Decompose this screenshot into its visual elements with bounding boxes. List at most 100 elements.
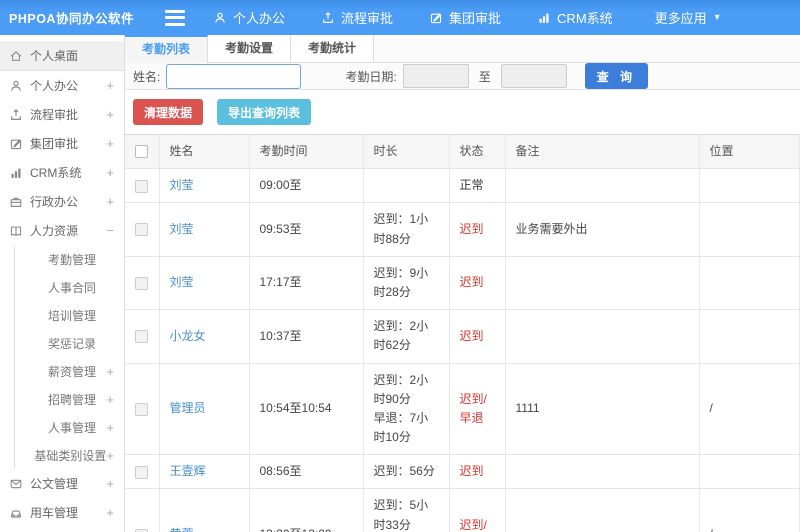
query-button[interactable]: 查 询 xyxy=(584,63,649,89)
row-checkbox[interactable] xyxy=(135,179,148,193)
row-checkbox[interactable] xyxy=(135,465,148,479)
employee-name-link[interactable]: 王壹辉 xyxy=(170,464,206,478)
status-cell: 迟到/早退 xyxy=(449,488,506,532)
expand-icon[interactable]: + xyxy=(106,392,114,407)
sidebar-item[interactable]: 考勤管理 xyxy=(14,245,124,273)
sidebar-item[interactable]: 人事管理 + xyxy=(14,413,124,441)
clean-data-button[interactable]: 清理数据 xyxy=(133,99,204,125)
top-nav-item[interactable]: 集团审批 xyxy=(415,0,523,35)
sidebar-item[interactable]: 薪资管理 + xyxy=(14,357,124,385)
tab-label: 考勤列表 xyxy=(142,42,191,56)
sidebar-item[interactable]: 公文管理 + xyxy=(0,469,124,498)
employee-name-link[interactable]: 刘莹 xyxy=(170,178,194,192)
time-cell: 08:56至 xyxy=(249,454,364,490)
table-row: 小龙女 10:37至 迟到：2小时62分 迟到 xyxy=(125,309,800,364)
sidebar-item[interactable]: 个人办公 + xyxy=(0,71,124,100)
employee-name-link[interactable]: 小龙女 xyxy=(170,329,206,343)
remark-cell xyxy=(505,454,700,490)
sidebar-item[interactable]: 奖惩记录 xyxy=(14,329,124,357)
sidebar-item[interactable]: 流程审批 + xyxy=(0,100,124,129)
status-cell: 迟到 xyxy=(449,309,506,364)
top-nav-item[interactable]: 流程审批 xyxy=(307,0,415,35)
expand-icon[interactable]: + xyxy=(106,194,114,209)
row-checkbox[interactable] xyxy=(135,276,148,290)
header-location: 位置 xyxy=(699,133,800,170)
top-nav-item[interactable]: 更多应用 ▾ xyxy=(635,0,734,35)
tab[interactable]: 考勤设置 xyxy=(208,35,292,62)
duration-cell xyxy=(363,168,450,204)
name-input[interactable] xyxy=(166,63,302,89)
sidebar-item[interactable]: 行政办公 + xyxy=(0,187,124,216)
expand-icon[interactable]: − xyxy=(106,223,114,238)
sidebar-item-label: 集团审批 xyxy=(30,137,79,151)
sidebar-item[interactable]: 集团审批 + xyxy=(0,129,124,158)
date-to-input[interactable] xyxy=(500,64,567,88)
row-checkbox[interactable] xyxy=(135,528,148,532)
sidebar-item[interactable]: 用车管理 + xyxy=(0,498,124,527)
time-cell: 09:00至 xyxy=(249,168,364,204)
expand-icon[interactable]: + xyxy=(106,420,114,435)
duration-cell: 迟到：9小时28分 xyxy=(363,256,450,311)
location-cell xyxy=(699,168,800,204)
sidebar-item-label: 奖惩记录 xyxy=(48,336,97,351)
sidebar-item[interactable]: 档案管理 + xyxy=(0,527,124,532)
remark-cell xyxy=(505,488,700,532)
sidebar-item-label: 招聘管理 xyxy=(48,392,97,407)
location-cell xyxy=(699,454,800,490)
name-label: 姓名: xyxy=(133,69,161,84)
row-checkbox[interactable] xyxy=(135,402,148,416)
remark-cell: 业务需要外出 xyxy=(505,202,700,257)
menu-toggle-icon[interactable] xyxy=(165,9,185,26)
sidebar-item[interactable]: 培训管理 xyxy=(14,301,124,329)
select-all-checkbox[interactable] xyxy=(135,145,148,159)
expand-icon[interactable]: + xyxy=(106,448,114,463)
expand-icon[interactable]: + xyxy=(106,364,114,379)
expand-icon[interactable]: + xyxy=(106,476,114,491)
remark-cell xyxy=(505,168,700,204)
tab[interactable]: 考勤列表 xyxy=(125,35,209,63)
employee-name-link[interactable]: 刘莹 xyxy=(170,222,194,236)
row-checkbox[interactable] xyxy=(135,223,148,237)
main-content: 考勤列表 考勤设置 考勤统计 姓名: 考勤日期: 至 查 询 清理数据 导出查询… xyxy=(125,35,800,532)
sidebar-item[interactable]: 基础类别设置 + xyxy=(14,441,124,469)
expand-icon[interactable]: + xyxy=(106,165,114,180)
sidebar-item-icon xyxy=(9,224,24,238)
sidebar-item-label: 个人办公 xyxy=(30,79,79,93)
sidebar-item-label: 公文管理 xyxy=(30,477,79,491)
employee-name-link[interactable]: 管理员 xyxy=(170,401,206,415)
action-bar: 清理数据 导出查询列表 xyxy=(125,90,800,134)
remark-cell xyxy=(505,256,700,311)
top-nav-item[interactable]: CRM系统 xyxy=(523,0,635,35)
expand-icon[interactable]: + xyxy=(106,107,114,122)
sidebar-item[interactable]: 人事合同 xyxy=(14,273,124,301)
location-cell xyxy=(699,256,800,311)
duration-cell: 迟到：1小时88分 xyxy=(363,202,450,257)
sidebar-item-icon xyxy=(9,166,24,180)
top-nav-label: CRM系统 xyxy=(557,11,613,26)
app-logo: PHPOA协同办公软件 xyxy=(9,12,134,26)
date-from-input[interactable] xyxy=(402,64,469,88)
sidebar-item-label: 基础类别设置 xyxy=(34,448,107,463)
expand-icon[interactable]: + xyxy=(106,136,114,151)
top-bar: PHPOA协同办公软件 个人办公 流程审批 集团审批 CRM系统 更多应用 ▾ xyxy=(0,0,800,35)
tab[interactable]: 考勤统计 xyxy=(291,35,375,62)
expand-icon[interactable]: + xyxy=(106,78,114,93)
sidebar-item[interactable]: 招聘管理 + xyxy=(14,385,124,413)
table-row: 刘莹 17:17至 迟到：9小时28分 迟到 xyxy=(125,256,800,311)
date-to-label: 至 xyxy=(478,69,491,84)
sidebar-item[interactable]: 个人桌面 xyxy=(0,41,124,71)
expand-icon[interactable]: + xyxy=(106,505,114,520)
header-duration: 时长 xyxy=(363,133,450,170)
top-nav-item[interactable]: 个人办公 xyxy=(199,0,307,35)
top-nav-label: 流程审批 xyxy=(341,11,394,26)
tab-label: 考勤统计 xyxy=(308,41,357,55)
employee-name-link[interactable]: 黄蓉 xyxy=(170,527,194,532)
sidebar-item[interactable]: 人力资源 − xyxy=(0,216,124,245)
top-nav-icon xyxy=(429,11,443,25)
row-checkbox[interactable] xyxy=(135,330,148,344)
employee-name-link[interactable]: 刘莹 xyxy=(170,275,194,289)
sidebar-item-icon xyxy=(9,477,24,491)
export-list-button[interactable]: 导出查询列表 xyxy=(217,99,312,125)
sidebar-item[interactable]: CRM系统 + xyxy=(0,158,124,187)
table-row: 管理员 10:54至10:54 迟到：2小时90分 早退：7小时10分 迟到/早退… xyxy=(125,363,800,456)
